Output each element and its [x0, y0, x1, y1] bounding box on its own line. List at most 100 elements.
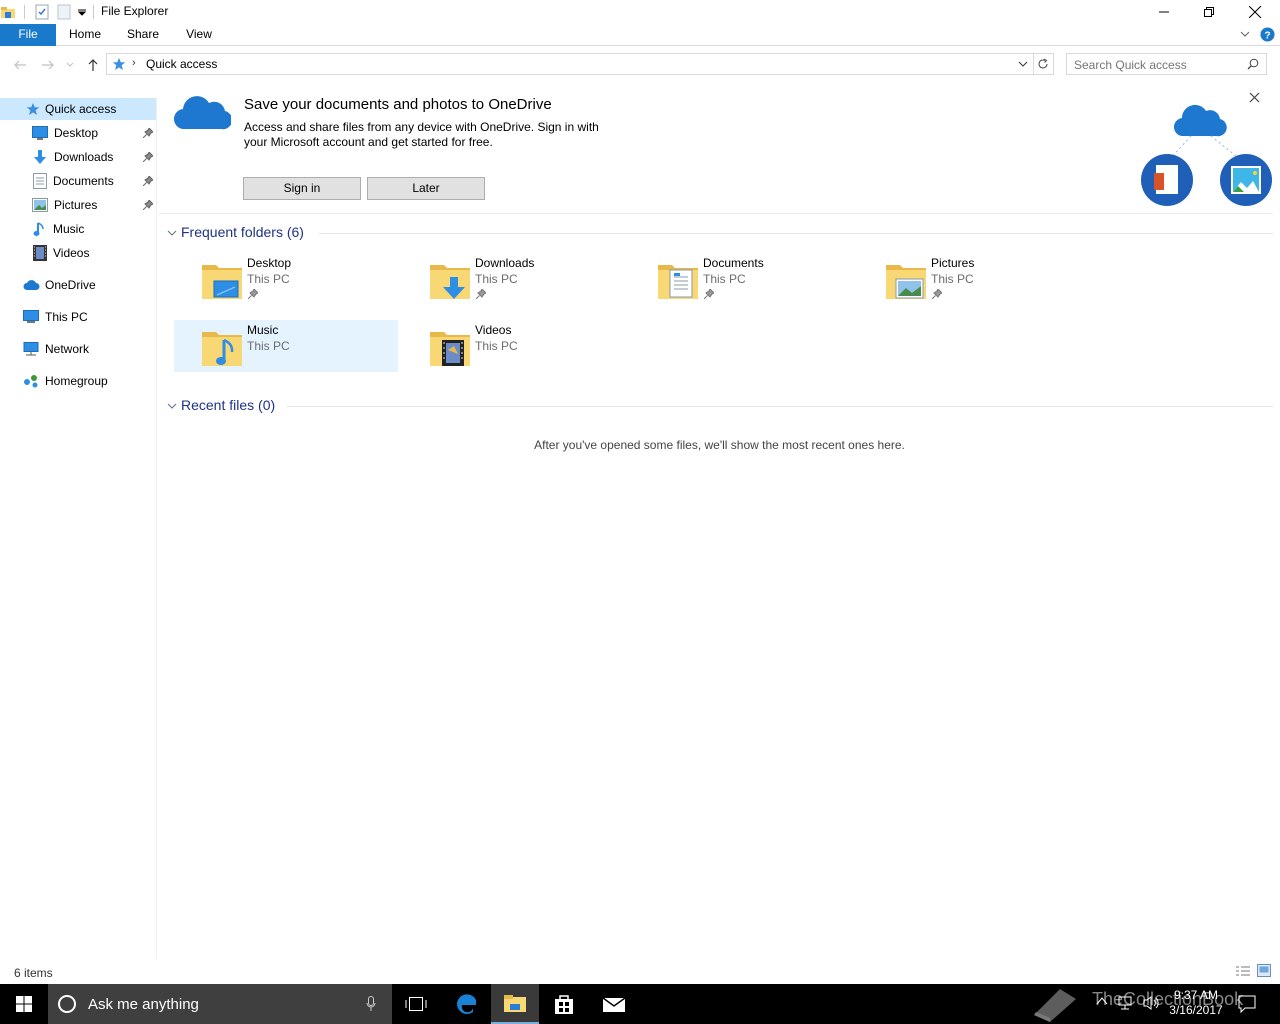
action-center-icon[interactable] [1238, 995, 1256, 1013]
tab-file[interactable]: File [0, 24, 56, 46]
documents-folder-icon [658, 265, 698, 299]
title-bar: File Explorer [0, 0, 1280, 24]
address-history-chevron-icon[interactable] [1018, 60, 1028, 68]
refresh-button[interactable] [1034, 53, 1054, 75]
new-folder-icon[interactable] [57, 4, 71, 20]
explorer-app-icon[interactable] [0, 4, 16, 20]
forward-button[interactable] [39, 56, 57, 74]
downloads-folder-icon [430, 265, 470, 299]
star-icon [26, 102, 40, 116]
details-view-icon[interactable] [1235, 965, 1251, 977]
pin-icon[interactable] [143, 128, 153, 138]
cortana-search-text: Ask me anything [88, 996, 199, 1013]
properties-icon[interactable] [35, 4, 49, 20]
search-icon[interactable] [1247, 58, 1259, 70]
tab-share[interactable]: Share [120, 24, 166, 46]
taskbar-file-explorer-button[interactable] [491, 984, 539, 1024]
large-icons-view-icon[interactable] [1257, 964, 1271, 977]
collapse-frequent-chevron-icon[interactable] [166, 227, 178, 239]
documents-icon [33, 173, 47, 189]
onedrive-cloud-icon [173, 94, 231, 130]
close-button[interactable] [1232, 0, 1278, 24]
breadcrumb-separator-icon[interactable]: › [132, 57, 136, 69]
onedrive-illustration [1141, 88, 1274, 208]
folder-tile-music[interactable]: Music This PC [174, 320, 398, 372]
folder-location: This PC [931, 272, 974, 286]
folder-location: This PC [475, 272, 518, 286]
sidebar-item-documents[interactable]: Documents [0, 170, 156, 192]
pin-icon[interactable] [143, 152, 153, 162]
sidebar-item-videos[interactable]: Videos [0, 242, 156, 264]
sign-in-button[interactable]: Sign in [243, 177, 361, 200]
recent-locations-button[interactable] [63, 56, 77, 74]
sidebar-item-pictures[interactable]: Pictures [0, 194, 156, 216]
pin-icon[interactable] [476, 289, 486, 299]
sidebar-item-this-pc[interactable]: This PC [0, 306, 156, 328]
pin-icon[interactable] [143, 176, 153, 186]
customize-toolbar-chevron-icon[interactable] [77, 7, 87, 17]
folder-tile-desktop[interactable]: Desktop This PC [174, 253, 398, 305]
frequent-folders-header[interactable]: Frequent folders (6) [181, 224, 304, 240]
collapse-recent-chevron-icon[interactable] [166, 400, 178, 412]
sidebar-item-desktop[interactable]: Desktop [0, 122, 156, 144]
folder-name: Music [247, 323, 279, 337]
sidebar-item-onedrive[interactable]: OneDrive [0, 274, 156, 296]
cortana-search-box[interactable]: Ask me anything [48, 984, 392, 1024]
cortana-icon [58, 995, 76, 1013]
homegroup-icon [24, 375, 38, 388]
quick-access-toolbar [0, 3, 94, 21]
forward-arrow-icon [42, 60, 54, 70]
pin-icon[interactable] [248, 289, 258, 299]
show-hidden-icons-chevron-icon[interactable] [1096, 996, 1108, 1006]
sidebar-item-label: Homegroup [45, 374, 108, 388]
banner-divider [159, 213, 1273, 214]
search-input[interactable] [1074, 57, 1244, 72]
cloud-icon [23, 280, 40, 290]
pin-icon[interactable] [143, 200, 153, 210]
breadcrumb-quick-access[interactable]: Quick access [146, 57, 217, 71]
recent-files-header[interactable]: Recent files (0) [181, 397, 275, 413]
sidebar-item-music[interactable]: Music [0, 218, 156, 240]
back-button[interactable] [11, 56, 29, 74]
address-bar[interactable]: › Quick access [106, 53, 1034, 75]
sidebar-item-downloads[interactable]: Downloads [0, 146, 156, 168]
pin-icon[interactable] [932, 289, 942, 299]
sidebar-item-quick-access[interactable]: Quick access [0, 98, 156, 120]
taskbar-edge-button[interactable] [443, 984, 491, 1024]
window-title: File Explorer [101, 4, 169, 18]
toolbar-divider [93, 5, 94, 19]
clock[interactable]: 9:37 AM 3/16/2017 [1166, 988, 1226, 1018]
clock-time: 9:37 AM [1173, 988, 1219, 1002]
sidebar-item-network[interactable]: Network [0, 338, 156, 360]
taskbar-store-button[interactable] [540, 984, 588, 1024]
tab-home[interactable]: Home [62, 24, 108, 46]
start-button[interactable] [0, 984, 48, 1024]
clock-date: 3/16/2017 [1169, 1003, 1223, 1017]
sidebar-item-label: Downloads [54, 150, 114, 164]
network-tray-icon[interactable] [1118, 995, 1134, 1011]
minimize-button[interactable] [1141, 0, 1187, 24]
task-view-button[interactable] [392, 984, 440, 1024]
ribbon-tabs: File Home Share View ? [0, 24, 1280, 46]
folder-tile-documents[interactable]: Documents This PC [630, 253, 854, 305]
folder-tile-videos[interactable]: Videos This PC [402, 320, 626, 372]
folder-tile-downloads[interactable]: Downloads This PC [402, 253, 626, 305]
network-icon [23, 342, 39, 356]
later-button[interactable]: Later [367, 177, 485, 200]
search-box[interactable] [1066, 53, 1267, 75]
up-button[interactable] [84, 56, 102, 74]
folder-name: Pictures [931, 256, 975, 270]
restore-button[interactable] [1186, 0, 1232, 24]
folder-name: Documents [703, 256, 764, 270]
sidebar-item-homegroup[interactable]: Homegroup [0, 370, 156, 392]
volume-tray-icon[interactable] [1143, 995, 1161, 1011]
folder-tile-pictures[interactable]: Pictures This PC [858, 253, 1082, 305]
help-icon[interactable]: ? [1260, 27, 1275, 42]
expand-ribbon-chevron-icon[interactable] [1239, 29, 1251, 39]
group-divider [287, 406, 1273, 407]
pin-icon[interactable] [704, 289, 714, 299]
navigation-pane: Quick access Desktop Downloads Documents… [0, 97, 157, 959]
tab-view[interactable]: View [177, 24, 221, 46]
toolbar-divider [24, 5, 25, 19]
taskbar-mail-button[interactable] [590, 984, 638, 1024]
